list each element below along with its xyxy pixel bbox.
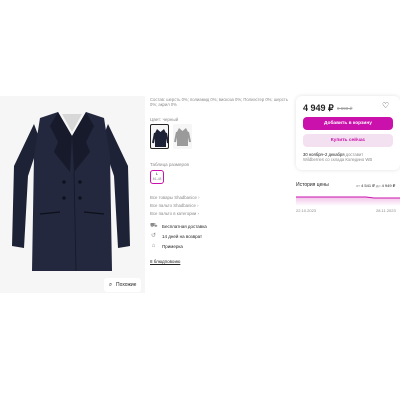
heart-icon[interactable]: ♡ xyxy=(382,102,389,110)
feature-return: ↺ 14 дней на возврат xyxy=(150,233,202,240)
article-number[interactable]: 8 блюдповоию xyxy=(150,259,180,264)
range-to: до xyxy=(375,183,381,188)
history-date-end: 28.11.2023 xyxy=(376,208,396,213)
coat-image xyxy=(12,112,130,272)
current-price: 4 949 ₽ xyxy=(303,103,334,113)
add-to-cart-button[interactable]: Добавить в корзину xyxy=(303,117,393,130)
color-swatch-black[interactable] xyxy=(150,124,169,149)
feature-fitting: ⌂ Примерка xyxy=(150,243,183,250)
price-history-graph[interactable] xyxy=(296,192,400,206)
delivery-suffix: доставит xyxy=(345,152,364,157)
link-brand-coats[interactable]: Все пальто Shadbanice › xyxy=(150,203,199,208)
black-coat-thumb xyxy=(152,129,168,147)
size-table-link[interactable]: Таблица размеров xyxy=(150,162,189,167)
truck-icon: ⛟ xyxy=(150,223,158,229)
price-history-title: История цены xyxy=(296,182,329,188)
history-date-start: 22.10.2023 xyxy=(296,208,317,213)
old-price: 9 898 ₽ xyxy=(337,106,353,111)
feature-label: 14 дней на возврат xyxy=(162,234,203,239)
range-prefix: от xyxy=(356,183,360,188)
similar-button[interactable]: ⌕ Похожие xyxy=(104,278,142,292)
return-icon: ↺ xyxy=(150,233,157,239)
similar-label: Похожие xyxy=(116,282,137,288)
feature-label: Бесплатная доставка xyxy=(162,224,207,229)
color-swatch-gray[interactable] xyxy=(173,124,192,149)
link-category-coats[interactable]: Все пальто в категории › xyxy=(150,211,199,216)
size-ru: 46–48 xyxy=(152,177,162,181)
hanger-icon: ⌂ xyxy=(151,243,156,249)
delivery-from: Wildberries со склада Коледино WB xyxy=(303,157,373,163)
delivery-info: 30 ноября–2 декабря доставит Wildberries… xyxy=(303,152,395,163)
link-all-brand[interactable]: Все товары Shadbanice › xyxy=(150,195,200,200)
feature-free-delivery: ⛟ Бесплатная доставка xyxy=(150,223,207,230)
range-high: 4 949 ₽ xyxy=(381,183,396,188)
color-label: Цвет: черный xyxy=(150,117,179,122)
search-similar-icon: ⌕ xyxy=(108,281,113,288)
feature-label: Примерка xyxy=(162,244,183,249)
range-low: 4 541 ₽ xyxy=(361,183,375,188)
delivery-date: 30 ноября–2 декабря xyxy=(303,152,345,157)
composition-text: Состав: шерсть 0%; полиамид 0%; вискоза … xyxy=(150,97,288,108)
gray-coat-thumb xyxy=(174,128,191,146)
price-history-range: от 4 541 ₽ до 4 949 ₽ xyxy=(356,183,395,188)
product-photo[interactable] xyxy=(0,96,145,293)
buy-now-button[interactable]: Купить сейчас xyxy=(303,134,393,147)
size-option-l[interactable]: L 46–48 xyxy=(150,170,164,184)
